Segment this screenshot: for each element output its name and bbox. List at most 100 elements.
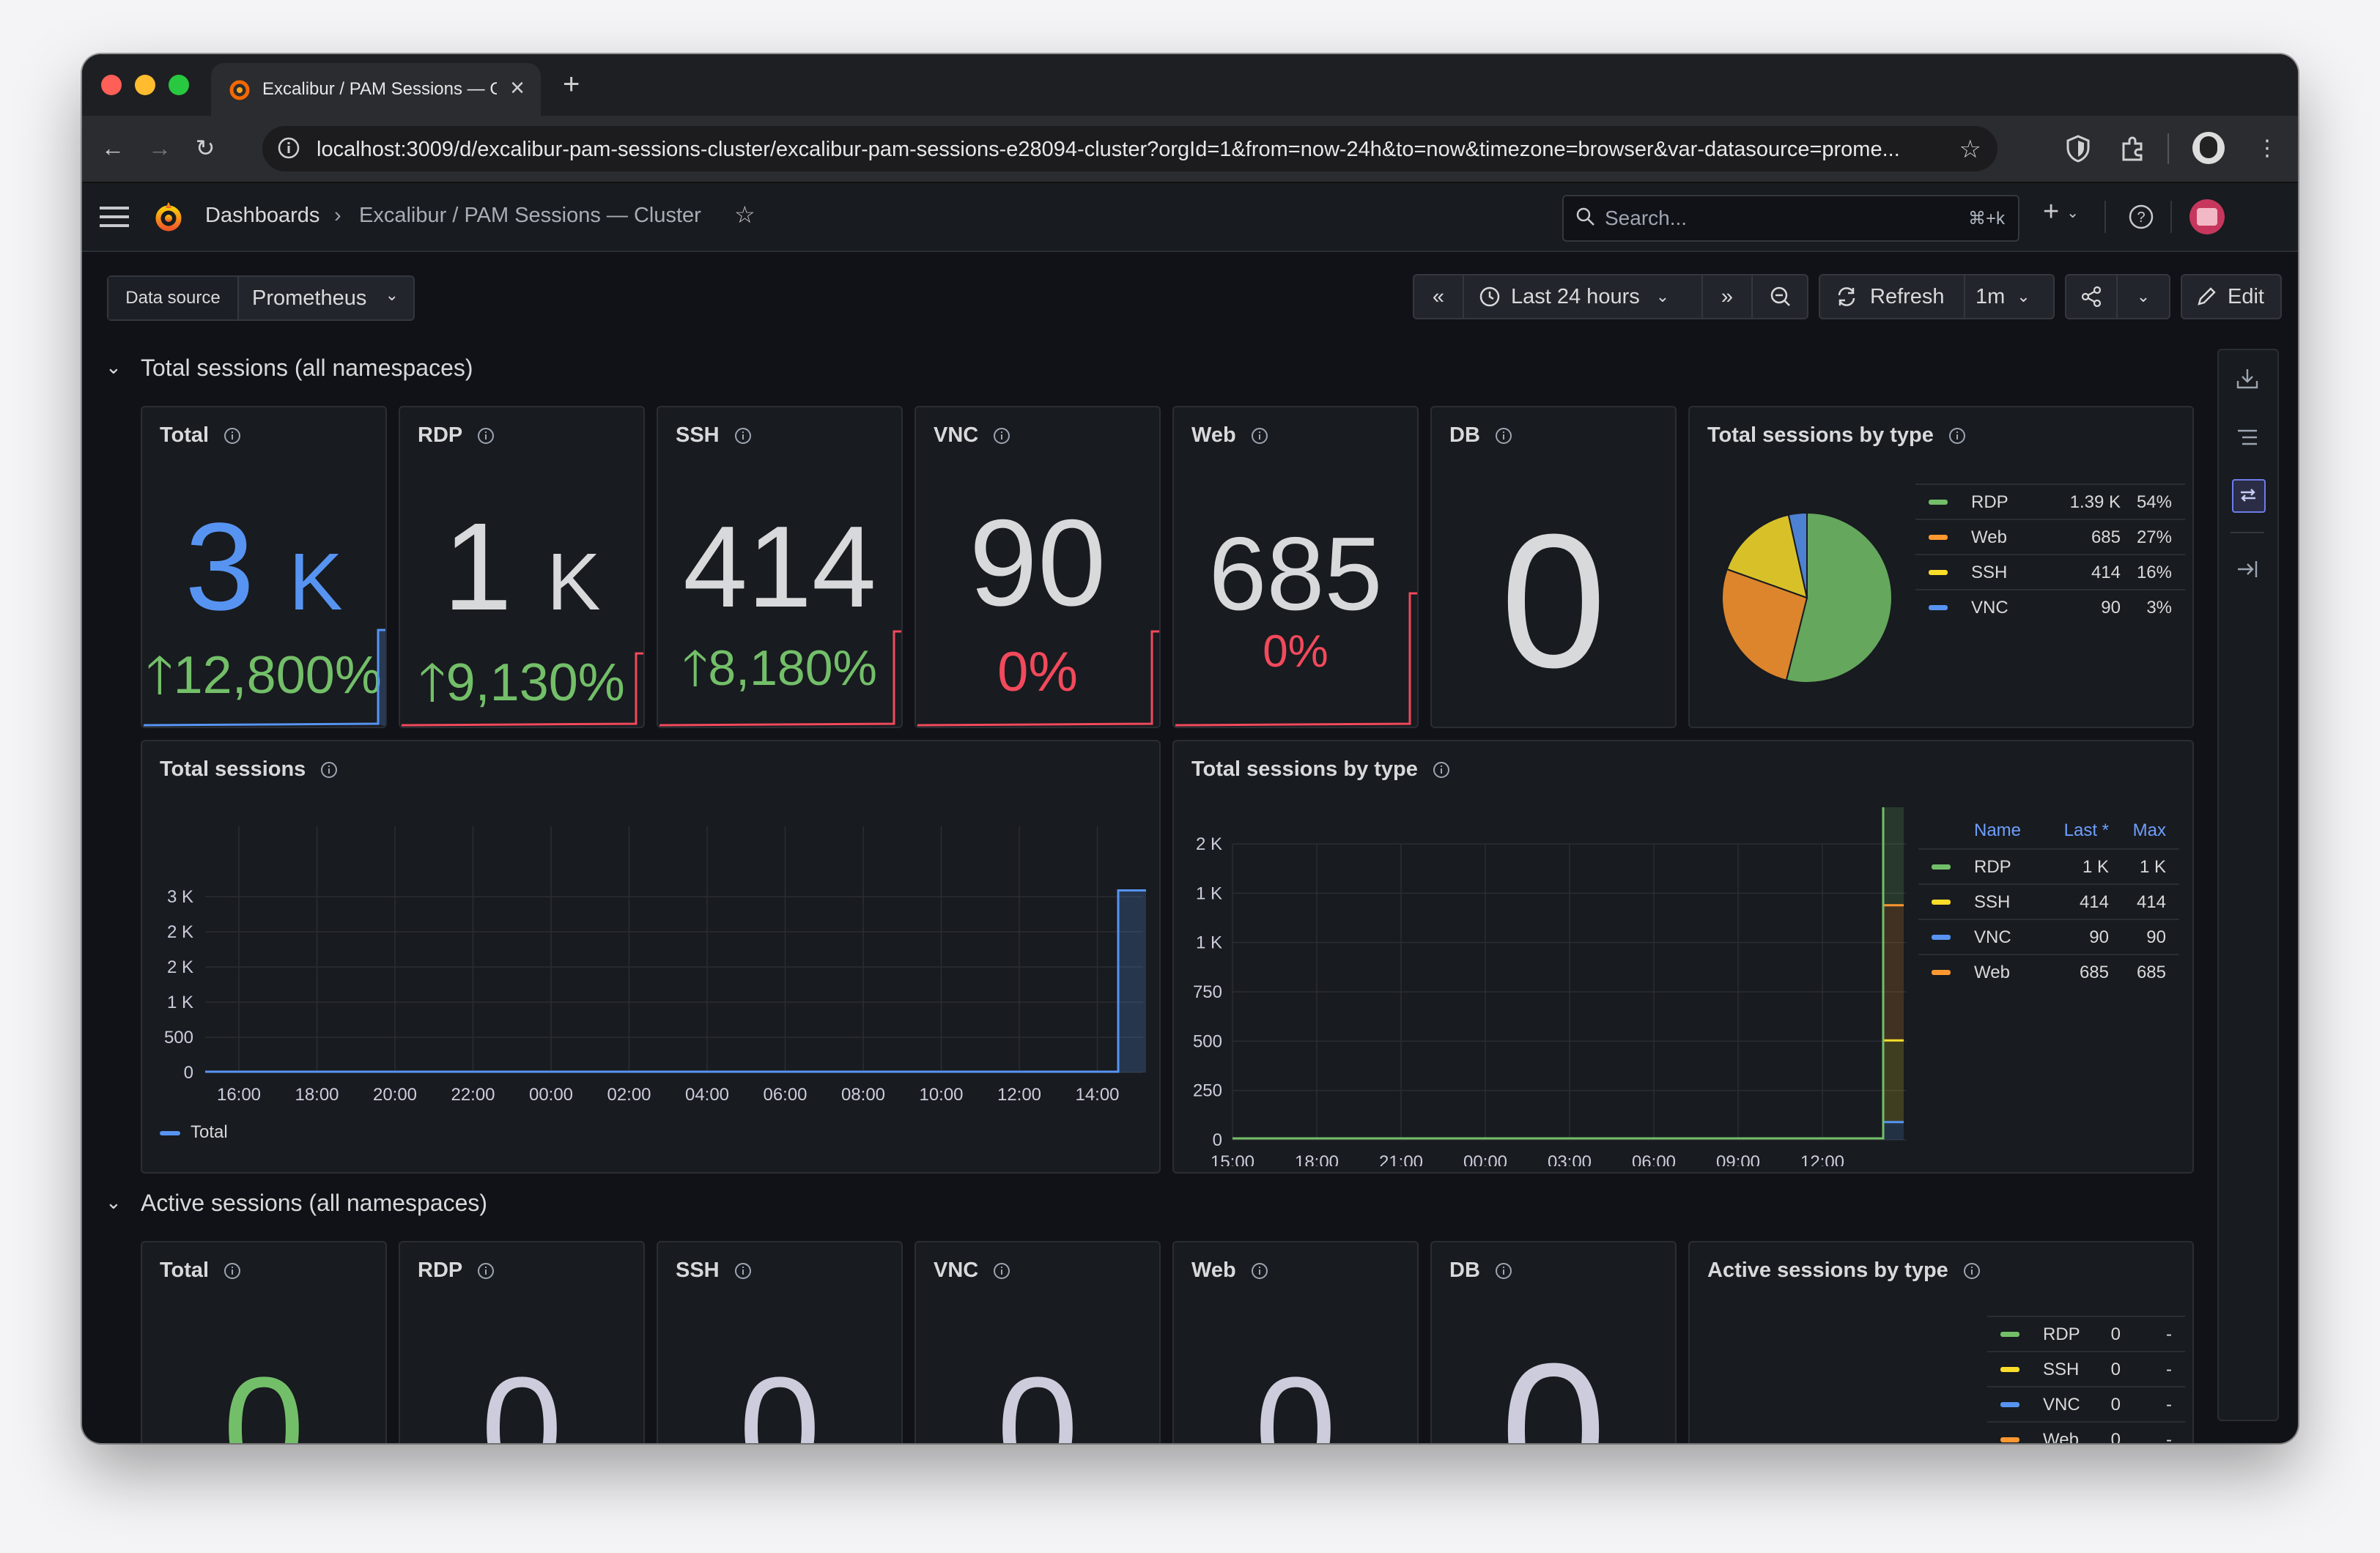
series-line-vnc[interactable] bbox=[1232, 1121, 1904, 1140]
pencil-icon bbox=[2198, 287, 2216, 305]
shield-extension-icon[interactable] bbox=[2065, 135, 2091, 163]
forward-icon[interactable]: → bbox=[144, 132, 176, 164]
info-icon[interactable] bbox=[993, 1262, 1010, 1280]
close-tab-icon[interactable]: × bbox=[510, 73, 525, 103]
outline-list-icon[interactable] bbox=[2235, 425, 2260, 450]
share-button-group[interactable]: ⌄ bbox=[2065, 274, 2170, 319]
info-icon[interactable] bbox=[734, 1262, 752, 1280]
row-title-total-sessions[interactable]: Total sessions (all namespaces) bbox=[141, 355, 473, 382]
browser-tab[interactable]: Excalibur / PAM Sessions — C × bbox=[211, 63, 541, 116]
active-stat-panel-ssh[interactable]: SSH 0 bbox=[657, 1241, 903, 1443]
stat-panel-vnc[interactable]: VNC 90 0% bbox=[914, 406, 1161, 728]
stat-panel-web[interactable]: Web 685 0% bbox=[1172, 406, 1419, 728]
series-line-web[interactable] bbox=[1232, 904, 1904, 1140]
active-stat-panel-db[interactable]: DB 0 bbox=[1430, 1241, 1677, 1443]
back-icon[interactable]: ← bbox=[97, 132, 129, 164]
legend-item-rdp[interactable]: RDP 1.39 K 54% bbox=[1915, 483, 2185, 519]
legend-item-web[interactable]: Web 0 - bbox=[1987, 1421, 2185, 1443]
browser-menu-icon[interactable]: ⋮ bbox=[2251, 132, 2283, 164]
info-icon[interactable] bbox=[1251, 1262, 1268, 1280]
grafana-logo-icon[interactable] bbox=[151, 199, 186, 234]
stat-panel-ssh[interactable]: SSH 414 🡑8,180% bbox=[657, 406, 903, 728]
bookmark-star-icon[interactable]: ☆ bbox=[1959, 135, 1981, 164]
series-line-rdp[interactable] bbox=[1232, 807, 1904, 1140]
legend-header-max[interactable]: Max bbox=[2133, 820, 2166, 841]
info-icon[interactable] bbox=[223, 427, 241, 445]
info-icon[interactable] bbox=[477, 427, 495, 445]
info-icon[interactable] bbox=[223, 1262, 241, 1280]
info-icon[interactable] bbox=[1948, 427, 1966, 445]
legend-item-ssh[interactable]: SSH 414 414 bbox=[1918, 883, 2179, 919]
breadcrumb-dashboards[interactable]: Dashboards bbox=[205, 204, 319, 228]
datasource-picker[interactable]: Data source Prometheus ⌄ bbox=[107, 275, 415, 321]
legend-item-ssh[interactable]: SSH 0 - bbox=[1987, 1351, 2185, 1386]
info-icon[interactable] bbox=[320, 761, 338, 779]
info-icon[interactable] bbox=[1495, 1262, 1512, 1280]
close-window-button[interactable] bbox=[101, 75, 122, 95]
active-stat-panel-web[interactable]: Web 0 bbox=[1172, 1241, 1419, 1443]
legend-item-vnc[interactable]: VNC 90 3% bbox=[1915, 589, 2185, 624]
refresh-button[interactable]: Refresh bbox=[1870, 285, 1945, 309]
shift-back-icon[interactable]: « bbox=[1414, 275, 1464, 318]
legend-item-rdp[interactable]: RDP 0 - bbox=[1987, 1316, 2185, 1351]
help-icon[interactable]: ? bbox=[2128, 204, 2154, 230]
address-bar[interactable]: localhost:3009/d/excalibur-pam-sessions-… bbox=[262, 126, 1998, 171]
extensions-puzzle-icon[interactable] bbox=[2119, 135, 2147, 163]
timeseries-panel-sessions-by-type[interactable]: Total sessions by type 0 250 500 750 1 K 1 K 2… bbox=[1172, 740, 2194, 1174]
info-icon[interactable] bbox=[1495, 427, 1512, 445]
refresh-picker[interactable]: Refresh 1m ⌄ bbox=[1819, 274, 2055, 319]
reload-icon[interactable]: ↻ bbox=[189, 132, 221, 164]
legend-item-web[interactable]: Web 685 27% bbox=[1915, 519, 2185, 554]
stat-panel-total[interactable]: Total 3 K 🡑12,800% bbox=[141, 406, 387, 728]
edit-button[interactable]: Edit bbox=[2181, 274, 2282, 319]
legend-item-ssh[interactable]: SSH 414 16% bbox=[1915, 554, 2185, 589]
favorite-star-icon[interactable]: ☆ bbox=[734, 201, 755, 229]
info-icon[interactable] bbox=[1251, 427, 1268, 445]
legend-header-name[interactable]: Name bbox=[1974, 820, 2021, 841]
menu-hamburger-icon[interactable] bbox=[100, 205, 129, 229]
share-button[interactable] bbox=[2066, 275, 2118, 318]
active-stat-panel-vnc[interactable]: VNC 0 bbox=[914, 1241, 1161, 1443]
maximize-window-button[interactable] bbox=[169, 75, 189, 95]
legend-item-vnc[interactable]: VNC 90 90 bbox=[1918, 919, 2179, 954]
pie-panel-total-by-type[interactable]: Total sessions by type RDP 1.39 K 54% We… bbox=[1688, 406, 2194, 728]
legend-header-last[interactable]: Last * bbox=[2064, 820, 2109, 841]
pie-panel-active-by-type[interactable]: Active sessions by type RDP 0 - SSH 0 - … bbox=[1688, 1241, 2194, 1443]
download-icon[interactable] bbox=[2235, 366, 2260, 391]
info-icon[interactable] bbox=[734, 427, 752, 445]
search-input[interactable]: Search... ⌘+k bbox=[1562, 195, 2019, 242]
info-icon[interactable] bbox=[1433, 761, 1450, 779]
info-icon[interactable] bbox=[1963, 1262, 1981, 1280]
shift-forward-icon[interactable]: » bbox=[1701, 275, 1751, 318]
legend-item-vnc[interactable]: VNC 0 - bbox=[1987, 1386, 2185, 1421]
stat-panel-db[interactable]: DB 0 bbox=[1430, 406, 1677, 728]
search-icon bbox=[1576, 207, 1594, 226]
minimize-window-button[interactable] bbox=[135, 75, 155, 95]
legend-item-web[interactable]: Web 685 685 bbox=[1918, 954, 2179, 989]
site-info-icon[interactable] bbox=[277, 136, 300, 160]
stat-panel-rdp[interactable]: RDP 1 K 🡑9,130% bbox=[399, 406, 645, 728]
active-stat-panel-total[interactable]: Total 0 bbox=[141, 1241, 387, 1443]
toggle-panel-button[interactable] bbox=[2232, 479, 2266, 513]
series-line-total[interactable] bbox=[205, 889, 1146, 1073]
info-icon[interactable] bbox=[477, 1262, 495, 1280]
collapse-row-chevron-icon[interactable]: ⌄ bbox=[106, 356, 122, 379]
collapse-sidebar-icon[interactable] bbox=[2235, 557, 2260, 582]
user-avatar[interactable] bbox=[2189, 199, 2225, 234]
collapse-row-chevron-icon[interactable]: ⌄ bbox=[106, 1191, 122, 1214]
panel-title: DB bbox=[1449, 423, 1512, 448]
chevron-down-icon[interactable]: ⌄ bbox=[2118, 287, 2169, 306]
legend-item-total[interactable]: Total bbox=[191, 1122, 228, 1143]
row-title-active-sessions[interactable]: Active sessions (all namespaces) bbox=[141, 1190, 487, 1217]
legend-item-rdp[interactable]: RDP 1 K 1 K bbox=[1918, 848, 2179, 883]
series-line-ssh[interactable] bbox=[1232, 1039, 1904, 1140]
profile-avatar[interactable] bbox=[2192, 132, 2225, 164]
new-tab-icon[interactable]: + bbox=[563, 66, 580, 103]
active-stat-panel-rdp[interactable]: RDP 0 bbox=[399, 1241, 645, 1443]
timeseries-panel-total-sessions[interactable]: Total sessions 0 500 1 K 2 K 2 K 3 K 16:00 18:0… bbox=[141, 740, 1161, 1174]
time-range-picker[interactable]: « Last 24 hours ⌄ » bbox=[1413, 274, 1808, 319]
refresh-interval-select[interactable]: 1m ⌄ bbox=[1964, 275, 2044, 318]
zoom-out-button[interactable] bbox=[1751, 275, 1808, 318]
info-icon[interactable] bbox=[993, 427, 1010, 445]
add-new-button[interactable]: + ⌄ bbox=[2043, 196, 2079, 228]
